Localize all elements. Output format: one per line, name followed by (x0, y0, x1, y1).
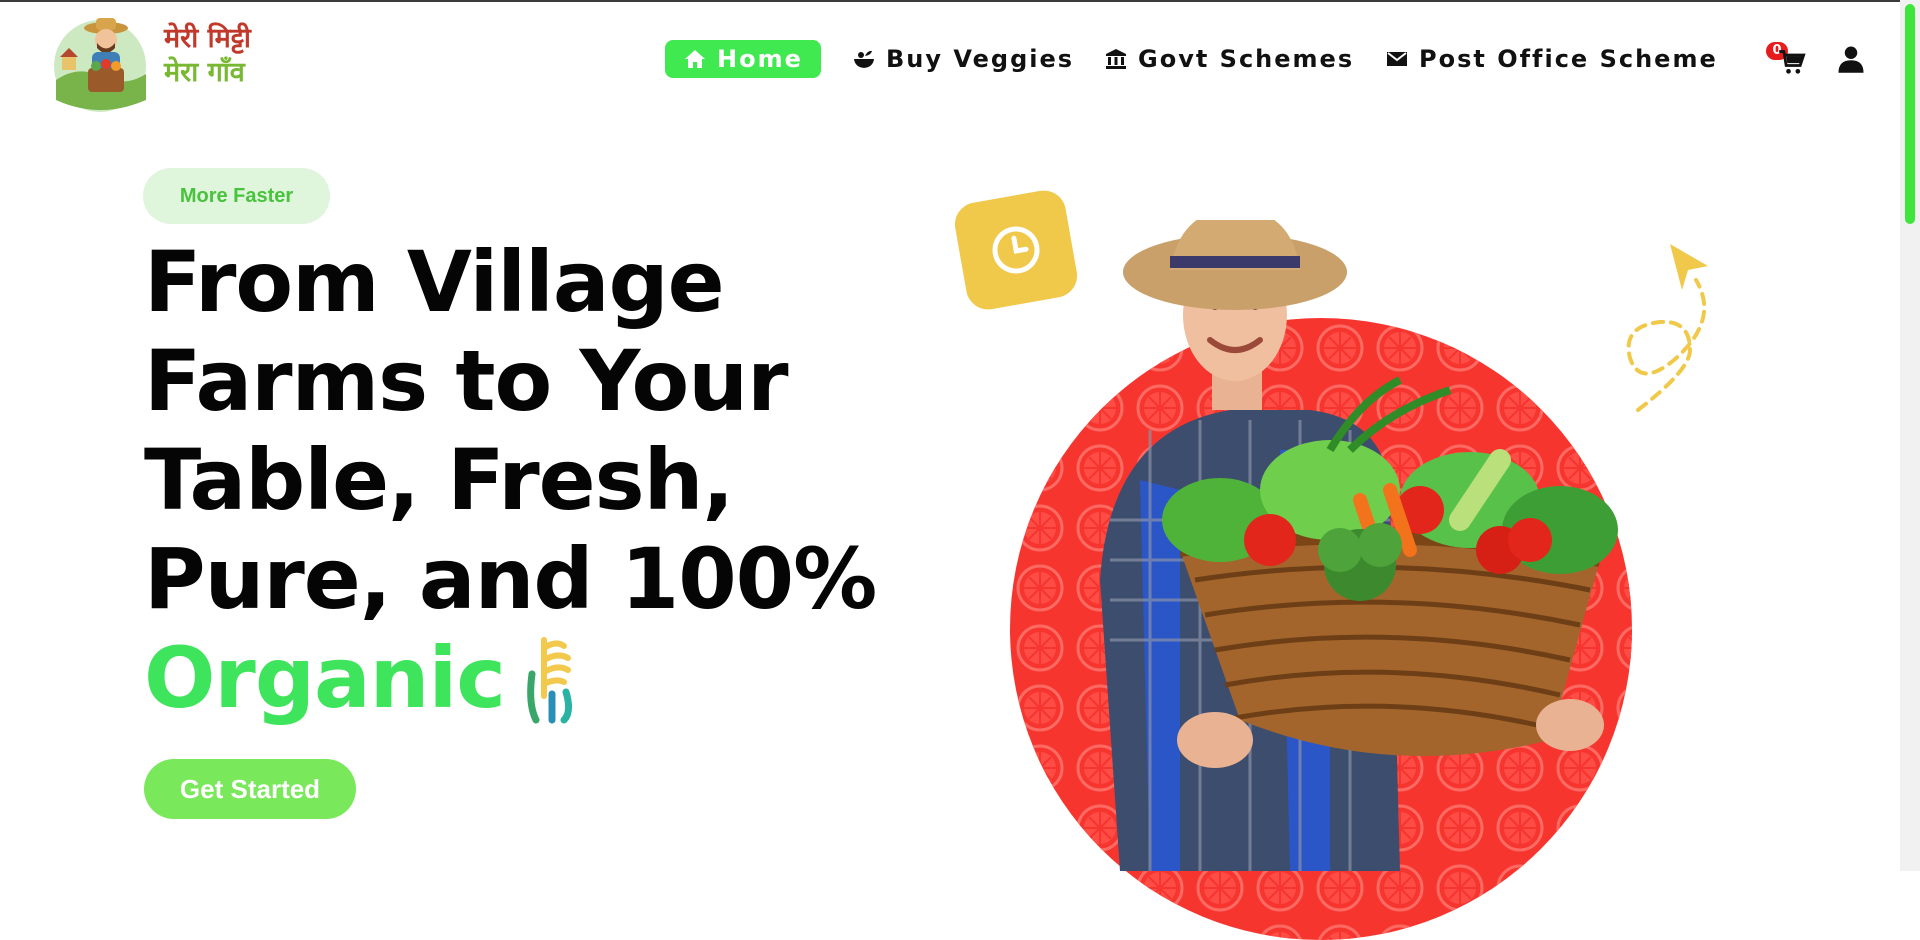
page-scrollbar[interactable] (1900, 0, 1920, 871)
brand-name-line1: मेरी मिट्टी (164, 23, 251, 54)
nav-govt-schemes[interactable]: Govt Schemes (1104, 40, 1354, 78)
get-started-button[interactable]: Get Started (144, 759, 356, 819)
hero-tag: More Faster (143, 168, 330, 224)
hero-headline-line3: Table, Fresh, (144, 431, 734, 529)
brand-logo[interactable] (48, 10, 152, 114)
nav-home[interactable]: Home (665, 40, 821, 78)
cart-button[interactable]: 0 (1766, 40, 1810, 78)
hero-headline-line2: Farms to Your (144, 332, 788, 430)
nav-buy-veggies-label: Buy Veggies (886, 45, 1075, 73)
hero-headline-line4: Pure, and 100% (144, 530, 877, 628)
envelope-icon (1387, 52, 1407, 66)
nav-post-office-scheme[interactable]: Post Office Scheme (1385, 40, 1718, 78)
scrollbar-thumb[interactable] (1905, 4, 1915, 224)
veggie-bowl-icon (854, 50, 874, 68)
nav-govt-schemes-label: Govt Schemes (1138, 45, 1355, 73)
site-header: मेरी मिट्टी मेरा गाँव Home Buy Veggies G… (0, 2, 1900, 114)
home-icon (685, 50, 705, 68)
bank-icon (1106, 49, 1126, 69)
nav-post-office-scheme-label: Post Office Scheme (1419, 45, 1718, 73)
nav-buy-veggies[interactable]: Buy Veggies (852, 40, 1074, 78)
hero-headline-highlight: Organic (144, 629, 506, 727)
cart-icon (1779, 50, 1806, 74)
user-icon[interactable] (1836, 44, 1866, 74)
nav-home-label: Home (717, 45, 803, 73)
hero-headline-line1: From Village (144, 233, 725, 331)
farmer-with-basket-image (1100, 220, 1618, 871)
wheat-icon (527, 637, 573, 724)
brand-name[interactable]: मेरी मिट्टी मेरा गाँव (164, 22, 251, 90)
brand-name-line2: मेरा गाँव (164, 57, 245, 88)
